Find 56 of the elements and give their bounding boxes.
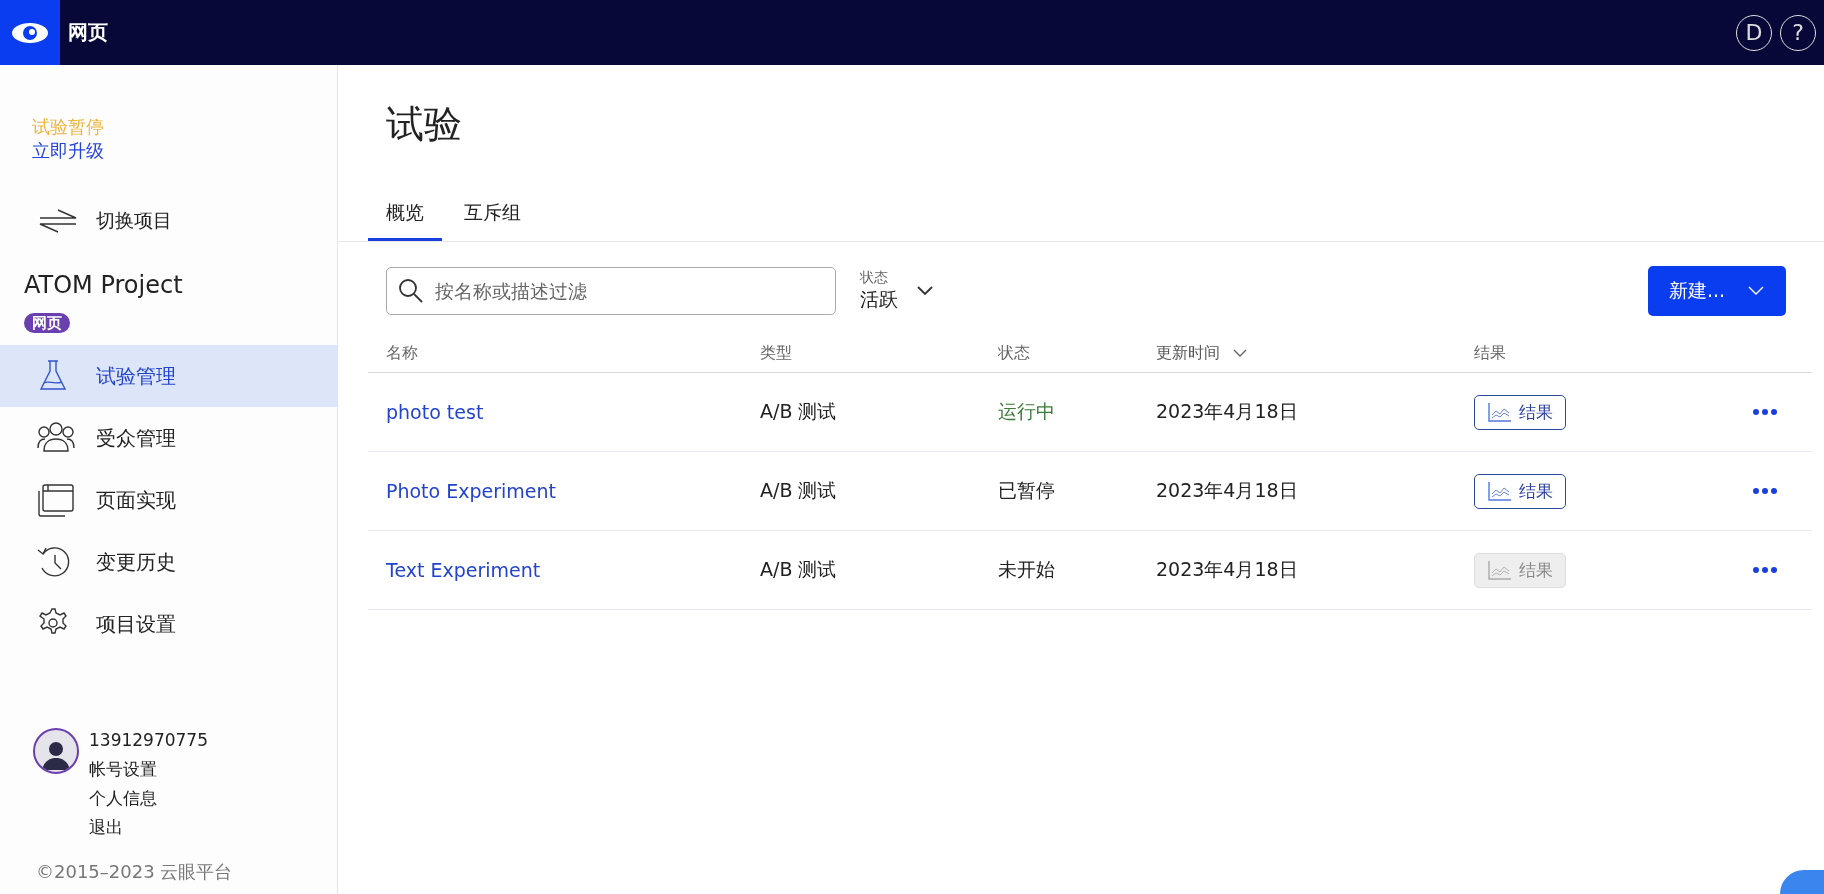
experiment-link[interactable]: Text Experiment (386, 559, 541, 581)
table-cell: A/B 测试 (760, 558, 837, 580)
sidebar-item[interactable]: 变更历史 (0, 531, 337, 593)
experiment-link[interactable]: photo test (386, 401, 484, 423)
chevron-down-icon (1747, 285, 1766, 297)
search-icon (398, 278, 424, 304)
new-button[interactable]: 新建... (1648, 266, 1786, 316)
floating-chat-button[interactable] (1780, 870, 1824, 894)
page-title: 试验 (386, 101, 463, 148)
status-text: 未开始 (998, 558, 1055, 580)
experiment-link[interactable]: Photo Experiment (386, 480, 557, 502)
table-cell: 2023年4月18日 (1156, 558, 1298, 580)
account-link[interactable]: 帐号设置 (89, 755, 157, 784)
sidebar-item[interactable]: 项目设置 (0, 593, 337, 655)
column-header[interactable]: 状态 (998, 342, 1030, 364)
column-header[interactable]: 更新时间 (1156, 342, 1220, 364)
more-options-icon (1752, 408, 1778, 416)
results-button[interactable]: 结果 (1474, 394, 1566, 430)
people-icon (36, 421, 76, 455)
status-text: 已暂停 (998, 479, 1055, 501)
status-dropdown[interactable]: 状态 活跃 (860, 269, 934, 313)
status-label: 状态 (860, 269, 889, 287)
chevron-down-icon (916, 285, 934, 297)
tab[interactable]: 互斥组 (446, 188, 539, 241)
copyright-text: ©2015–2023 云眼平台 (36, 860, 233, 884)
results-button[interactable]: 结果 (1474, 473, 1566, 509)
status-value: 活跃 (860, 287, 898, 312)
project-badge: 网页 (24, 313, 70, 333)
table-cell: 2023年4月18日 (1156, 400, 1298, 422)
table-cell: A/B 测试 (760, 479, 837, 501)
column-header[interactable]: 类型 (760, 342, 792, 364)
status-text: 运行中 (998, 400, 1055, 422)
sidebar-item[interactable]: 受众管理 (0, 407, 337, 469)
line-chart-icon (1487, 401, 1513, 423)
sidebar-item[interactable]: 页面实现 (0, 469, 337, 531)
sidebar-item[interactable]: 试验管理 (0, 345, 337, 407)
trial-notice: 试验暂停 (32, 115, 104, 139)
windows-icon (36, 483, 76, 517)
tab[interactable]: 概览 (368, 188, 442, 241)
account-link[interactable]: 个人信息 (89, 784, 157, 813)
more-options-icon (1752, 566, 1778, 574)
switch-project-button[interactable]: 切换项目 (38, 205, 172, 237)
app-title: 网页 (68, 19, 108, 46)
table-cell: 2023年4月18日 (1156, 479, 1298, 501)
line-chart-icon (1487, 480, 1513, 502)
more-options-icon (1752, 487, 1778, 495)
column-header[interactable]: 名称 (386, 342, 418, 364)
table-cell: A/B 测试 (760, 400, 837, 422)
sort-down-icon (1232, 348, 1248, 358)
project-name: ATOM Project (24, 271, 183, 299)
user-phone: 13912970775 (89, 729, 208, 752)
upgrade-link[interactable]: 立即升级 (32, 139, 104, 163)
account-link[interactable]: 退出 (89, 813, 123, 842)
search-field[interactable]: 按名称或描述过滤 (386, 267, 836, 315)
line-chart-icon (1487, 559, 1513, 581)
column-header[interactable]: 结果 (1474, 342, 1506, 364)
